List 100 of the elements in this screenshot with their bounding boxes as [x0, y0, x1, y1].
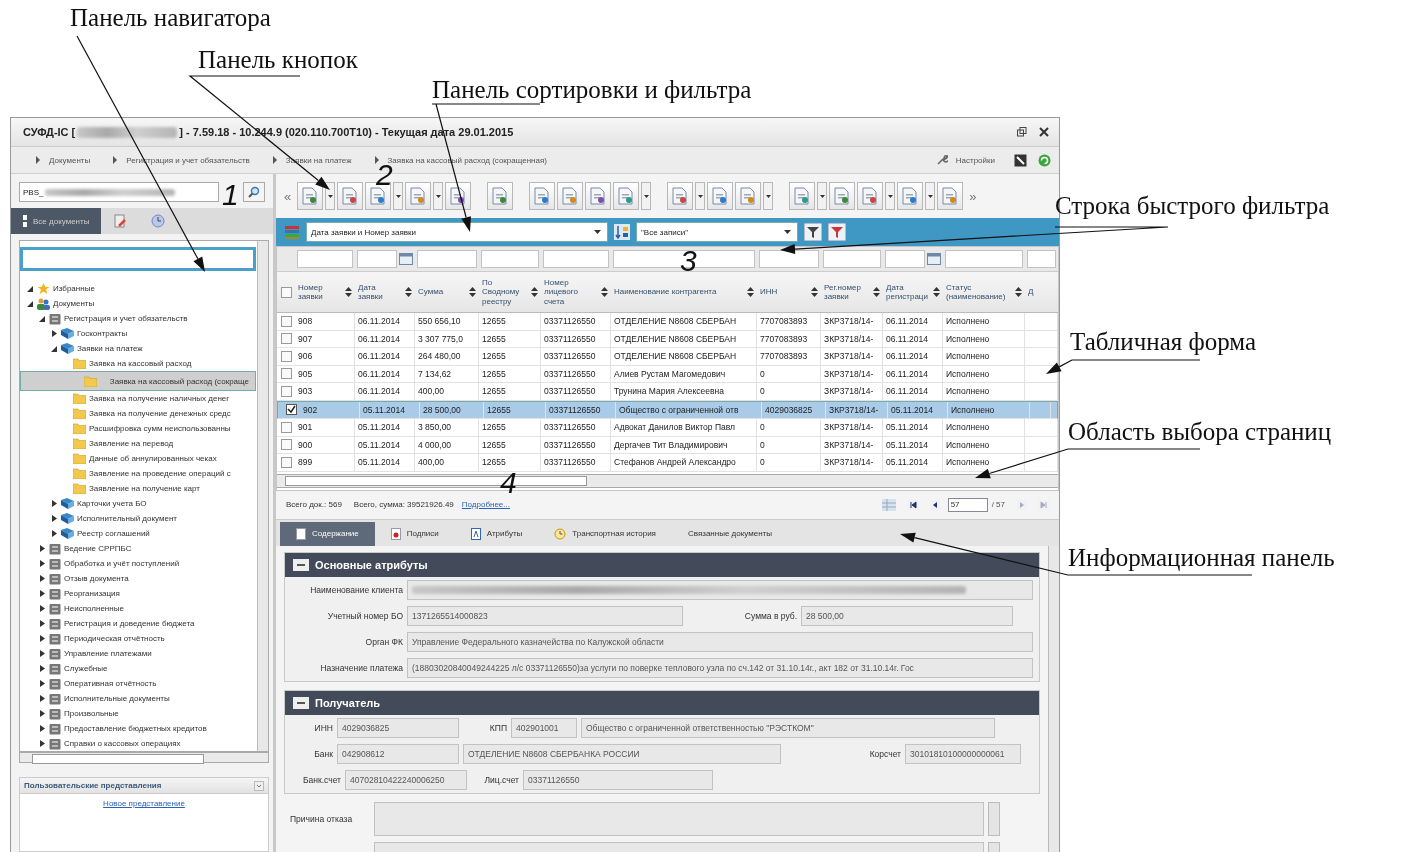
settings-link[interactable]: Настройки: [955, 155, 995, 165]
expand-icon[interactable]: [39, 575, 45, 582]
tree-item[interactable]: Заявка на получение наличных денег: [20, 391, 256, 406]
tree-item[interactable]: Заявки на платеж: [20, 341, 256, 356]
checkbox[interactable]: [280, 333, 292, 345]
sort-icon[interactable]: [873, 287, 880, 297]
text-field[interactable]: 03371126550: [523, 769, 713, 790]
column-header[interactable]: Рег.номер заявки: [824, 282, 861, 302]
page-field[interactable]: 57: [947, 497, 988, 512]
filter-field[interactable]: [759, 250, 819, 268]
tree-item[interactable]: Исполнительные документы: [20, 691, 256, 706]
column-header[interactable]: ИНН: [760, 287, 778, 297]
checkbox[interactable]: [285, 404, 297, 416]
filter-dropdown[interactable]: "Все записи": [636, 222, 798, 242]
filter-field[interactable]: [357, 250, 397, 268]
details-link[interactable]: Подробнее...: [461, 500, 510, 509]
info-tab[interactable]: Связанные документы: [671, 521, 788, 546]
tree-item[interactable]: Неисполненные: [20, 601, 256, 616]
table-row[interactable]: 905 06.11.2014 7 134,62 12655 03371126550 Алиев Рустам Магомедович 0 ЗКР3718/14- 06.11.2014 Исполнено: [277, 365, 1058, 383]
expand-icon[interactable]: [39, 545, 45, 552]
sort-icon[interactable]: [747, 287, 754, 297]
tree-item[interactable]: Заявка на кассовый расход: [20, 356, 256, 371]
tree-item[interactable]: Регистрация и доведение бюджета: [20, 616, 256, 631]
expand-icon[interactable]: [39, 665, 45, 672]
filter-field[interactable]: [417, 250, 477, 268]
expand-icon[interactable]: [39, 695, 45, 702]
calendar-icon[interactable]: [927, 253, 941, 265]
checkbox[interactable]: [280, 456, 292, 468]
text-field[interactable]: [407, 579, 1033, 600]
sort-icon[interactable]: [531, 287, 538, 297]
expand-icon[interactable]: [51, 500, 57, 507]
tree-item[interactable]: Исполнительный документ: [20, 511, 256, 526]
search-button[interactable]: [243, 182, 265, 202]
nav-tab[interactable]: Все документы: [11, 208, 102, 234]
checkbox[interactable]: [280, 439, 292, 451]
table-row[interactable]: 906 06.11.2014 264 480,00 12655 03371126550 ОТДЕЛЕНИЕ N8608 СБЕРБАН 7707083893 ЗКР3718/14- 06.11.2014 Исполнено: [277, 348, 1058, 366]
info-tab[interactable]: Содержание: [280, 521, 375, 546]
tree-item[interactable]: Расшифровка сумм неиспользованны: [20, 421, 256, 436]
breadcrumb-link[interactable]: Документы: [49, 155, 91, 165]
tree-item[interactable]: Справки о кассовых операциях: [20, 736, 256, 751]
tree-item[interactable]: Избранные: [20, 281, 256, 296]
tree-item[interactable]: Предоставление бюджетных кредитов: [20, 721, 256, 736]
expand-icon[interactable]: [39, 635, 45, 642]
tree-item[interactable]: Оперативная отчётность: [20, 676, 256, 691]
scroll-right-button[interactable]: »: [965, 188, 981, 204]
sort-icon[interactable]: [469, 287, 476, 297]
column-header[interactable]: Дата регистраци: [886, 282, 928, 302]
scrollbar[interactable]: [1048, 545, 1059, 852]
expand-icon[interactable]: [39, 740, 45, 747]
filter-field[interactable]: [823, 250, 881, 268]
chevron-down-icon[interactable]: [254, 780, 264, 791]
column-header[interactable]: Сумма: [418, 287, 444, 297]
collapse-icon[interactable]: [293, 696, 309, 709]
sort-icon[interactable]: [933, 287, 940, 297]
tree-item[interactable]: Обработка и учёт поступлений: [20, 556, 256, 571]
expand-icon[interactable]: [39, 725, 45, 732]
collapse-icon[interactable]: [27, 285, 33, 292]
info-tab[interactable]: Транспортная история: [538, 521, 672, 546]
filter-field[interactable]: [20, 247, 256, 271]
filter-field[interactable]: [481, 250, 539, 268]
tree-item[interactable]: Заявка на получение денежных средс: [20, 406, 256, 421]
tree-item[interactable]: Ведение СРРПБС: [20, 541, 256, 556]
tree-item[interactable]: Отзыв документа: [20, 571, 256, 586]
tree-item[interactable]: Управление платежами: [20, 646, 256, 661]
column-header[interactable]: Номер лицевого счета: [544, 278, 578, 306]
close-icon[interactable]: [1039, 127, 1049, 137]
column-header[interactable]: Номер заявки: [298, 282, 323, 302]
search-field[interactable]: РВS_: [19, 182, 219, 202]
scroll-left-button[interactable]: «: [280, 188, 296, 204]
text-field[interactable]: 28 500,00: [801, 605, 1013, 626]
tree-item[interactable]: Заявление на перевод: [20, 436, 256, 451]
info-tab[interactable]: Подписи: [374, 521, 455, 546]
checkbox[interactable]: [280, 421, 292, 433]
toolbar-button[interactable]: [297, 182, 324, 210]
refresh-icon[interactable]: [1038, 153, 1051, 167]
dropdown-button[interactable]: [325, 182, 336, 210]
expand-icon[interactable]: [51, 530, 57, 537]
text-field[interactable]: Управление Федерального казначейства по Калужской области: [407, 631, 1033, 652]
tree-item[interactable]: Реорганизация: [20, 586, 256, 601]
tree-item[interactable]: Данные об аннулированных чеках: [20, 451, 256, 466]
text-field[interactable]: Общество с ограниченной ответственностью "РЭСТКОМ": [581, 717, 995, 738]
checkbox[interactable]: [280, 286, 292, 298]
text-field[interactable]: 1371265514000823: [407, 605, 683, 626]
checkbox[interactable]: [280, 315, 292, 327]
table-row[interactable]: 903 06.11.2014 400,00 12655 03371126550 Трунина Мария Алексеевна 0 ЗКР3718/14- 06.11.2014 Исполнено: [277, 383, 1058, 401]
checkbox[interactable]: [280, 350, 292, 362]
expand-icon[interactable]: [39, 710, 45, 717]
table-row[interactable]: 901 05.11.2014 3 850,00 12655 03371126550 Адвокат Данилов Виктор Павл 0 ЗКР3718/14- 05.11.2014 Исполнено: [277, 419, 1058, 437]
first-page-icon[interactable]: [907, 499, 918, 510]
expand-icon[interactable]: [39, 560, 45, 567]
text-field[interactable]: ОТДЕЛЕНИЕ N8608 СБЕРБАНКА РОССИИ: [463, 743, 781, 764]
scrollbar[interactable]: [257, 241, 268, 751]
filter-field[interactable]: [1027, 250, 1056, 268]
text-field[interactable]: 40702810422240006250: [345, 769, 467, 790]
text-field[interactable]: 402901001: [511, 717, 577, 738]
collapse-icon[interactable]: [27, 300, 33, 307]
filter-field[interactable]: [885, 250, 925, 268]
text-field[interactable]: 30101810100000000061: [905, 743, 1021, 764]
calendar-icon[interactable]: [399, 253, 413, 265]
expand-icon[interactable]: [51, 515, 57, 522]
